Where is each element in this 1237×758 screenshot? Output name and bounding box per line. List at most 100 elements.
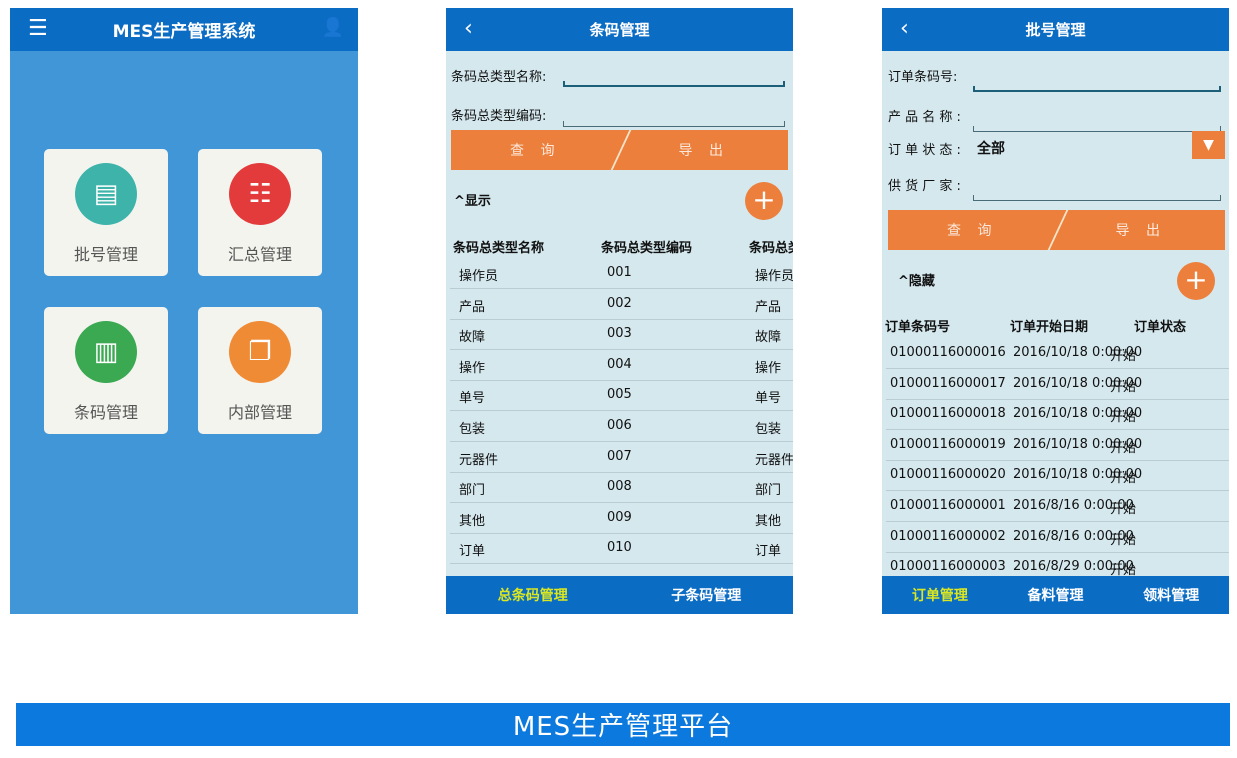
query-button[interactable]: 查 询 — [451, 130, 620, 170]
table-cell: 部门 — [755, 483, 782, 499]
order-barcode-input[interactable] — [973, 86, 1221, 92]
table-row[interactable]: 操作 004 操作 — [450, 350, 793, 381]
type-code-input[interactable] — [563, 121, 785, 127]
barcode-screen: ‹ 条码管理 条码总类型名称: 条码总类型编码: 查 询导 出 ^显示 + 条码总… — [446, 8, 793, 614]
query-button[interactable]: 查 询 — [888, 210, 1057, 250]
column-header: 条码总类型编码 — [601, 241, 693, 256]
tab-pick[interactable]: 领料管理 — [1113, 576, 1229, 614]
table-cell: 故障 — [459, 330, 486, 346]
tile-barcode[interactable]: ▥ 条码管理 — [44, 307, 168, 434]
app-title: MES生产管理系统 — [112, 22, 256, 42]
table-cell: 01000116000016 — [890, 345, 1006, 360]
table-row[interactable]: 操作员 001 操作员 — [450, 258, 793, 289]
documents-icon: ▤ — [75, 163, 137, 225]
table-row[interactable]: 其他 009 其他 — [450, 503, 793, 534]
table-cell: 01000116000019 — [890, 436, 1006, 452]
table-cell: 订单 — [459, 544, 486, 560]
table-cell: 开始 — [1110, 471, 1137, 487]
table-cell: 01000116000003 — [890, 559, 1006, 575]
table-cell: 故障 — [755, 330, 782, 346]
table-cell: 005 — [607, 387, 632, 403]
table-cell: 操作 — [755, 360, 782, 376]
table-row[interactable]: 包装 006 包装 — [450, 411, 793, 442]
table-row[interactable]: 部门 008 部门 — [450, 472, 793, 504]
table-cell: 其他 — [755, 513, 782, 529]
tab-sub-barcode[interactable]: 子条码管理 — [620, 576, 794, 614]
supplier-input[interactable] — [973, 195, 1221, 201]
table-cell: 开始 — [1110, 502, 1137, 517]
export-button[interactable]: 导 出 — [1057, 210, 1226, 250]
action-bar: 查 询导 出 — [888, 210, 1225, 250]
screen-header: ‹ 条码管理 — [446, 8, 793, 51]
show-toggle[interactable]: ^显示 — [454, 190, 491, 209]
table-cell: 01000116000017 — [890, 375, 1006, 391]
tab-bar: 总条码管理 子条码管理 — [446, 576, 793, 614]
table-cell: 操作员 — [755, 269, 793, 284]
tab-prep[interactable]: 备料管理 — [998, 576, 1114, 614]
hide-toggle[interactable]: ^隐藏 — [898, 270, 935, 289]
table-cell: 订单 — [755, 544, 782, 560]
table-cell: 元器件 — [459, 452, 499, 468]
table-row[interactable]: 单号 005 单号 — [450, 380, 793, 412]
table-cell: 开始 — [1110, 410, 1137, 426]
table-cell: 007 — [607, 448, 632, 464]
list-icon[interactable]: ☰ — [28, 16, 48, 41]
action-bar: 查 询导 出 — [451, 130, 788, 170]
table-row[interactable]: 01000116000002 2016/8/16 0:00:00 开始 — [886, 522, 1229, 553]
table-cell: 包装 — [755, 422, 782, 437]
table-cell: 操作 — [459, 360, 486, 376]
table-cell: 01000116000002 — [890, 528, 1006, 544]
field-label: 供 货 厂 家 : — [888, 179, 961, 194]
screen-header: ‹ 批号管理 — [882, 8, 1229, 51]
table-cell: 01000116000020 — [890, 467, 1006, 483]
table-row[interactable]: 01000116000017 2016/10/18 0:00:00 开始 — [886, 369, 1229, 400]
table-row[interactable]: 元器件 007 元器件 — [450, 442, 793, 473]
table-cell: 操作员 — [459, 269, 499, 284]
table-cell: 开始 — [1110, 349, 1137, 364]
tab-bar: 订单管理 备料管理 领料管理 — [882, 576, 1229, 614]
product-name-input[interactable] — [973, 126, 1221, 132]
table-row[interactable]: 01000116000019 2016/10/18 0:00:00 开始 — [886, 430, 1229, 461]
export-button[interactable]: 导 出 — [620, 130, 789, 170]
status-select[interactable]: 全部 — [977, 138, 1005, 158]
tile-summary[interactable]: ☷ 汇总管理 — [198, 149, 322, 276]
table-cell: 01000116000001 — [890, 498, 1006, 513]
table-cell: 产品 — [755, 299, 782, 315]
dropdown-arrow-icon[interactable]: ▼ — [1192, 131, 1225, 159]
type-name-input[interactable] — [563, 81, 785, 87]
table-cell: 008 — [607, 479, 632, 495]
tile-label: 条码管理 — [73, 403, 138, 422]
user-list-icon[interactable]: 👤 — [322, 17, 344, 38]
table-row[interactable]: 产品 002 产品 — [450, 289, 793, 320]
checklist-refresh-icon: ☷ — [229, 163, 291, 225]
back-icon[interactable]: ‹ — [900, 16, 909, 41]
tile-batch[interactable]: ▤ 批号管理 — [44, 149, 168, 276]
app-header: ☰ MES生产管理系统 👤 — [10, 8, 358, 51]
table-cell: 元器件 — [755, 452, 793, 468]
back-icon[interactable]: ‹ — [464, 16, 473, 41]
table-row[interactable]: 01000116000020 2016/10/18 0:00:00 开始 — [886, 460, 1229, 492]
tab-order[interactable]: 订单管理 — [882, 576, 998, 614]
table-row[interactable]: 01000116000018 2016/10/18 0:00:00 开始 — [886, 399, 1229, 431]
table-cell: 单号 — [755, 391, 782, 407]
tab-main-barcode[interactable]: 总条码管理 — [446, 576, 620, 614]
field-label: 订单条码号: — [888, 70, 958, 85]
table-row[interactable]: 01000116000016 2016/10/18 0:00:00 开始 — [886, 338, 1229, 369]
table-cell: 003 — [607, 326, 632, 342]
tile-internal[interactable]: ❐ 内部管理 — [198, 307, 322, 434]
field-label: 条码总类型名称: — [451, 70, 547, 85]
table-cell: 009 — [607, 509, 632, 525]
table-row[interactable]: 订单 010 订单 — [450, 533, 793, 565]
platform-banner: MES生产管理平台 — [16, 703, 1230, 746]
copy-docs-icon: ❐ — [229, 321, 291, 383]
field-label: 条码总类型编码: — [451, 109, 547, 124]
tile-label: 内部管理 — [227, 403, 292, 422]
table-cell: 产品 — [459, 299, 486, 315]
table-cell: 001 — [607, 265, 632, 280]
table-cell: 单号 — [459, 391, 486, 407]
add-button[interactable]: + — [745, 182, 783, 220]
table-row[interactable]: 01000116000001 2016/8/16 0:00:00 开始 — [886, 491, 1229, 522]
table-cell: 包装 — [459, 422, 486, 437]
add-button[interactable]: + — [1177, 262, 1215, 300]
table-row[interactable]: 故障 003 故障 — [450, 319, 793, 351]
